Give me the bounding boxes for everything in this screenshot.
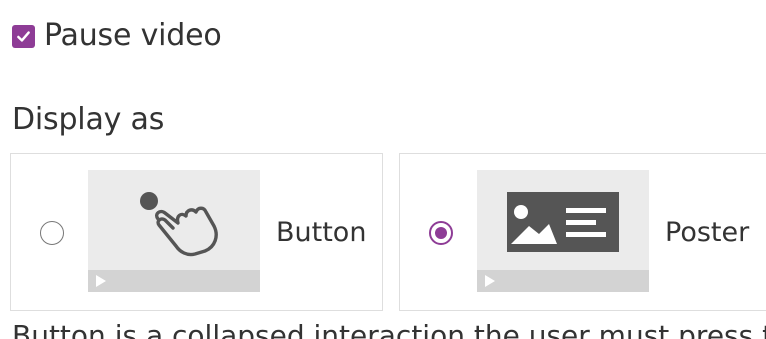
display-option-button-label: Button — [276, 217, 367, 248]
pause-video-checkbox-row[interactable]: Pause video — [12, 16, 222, 56]
interaction-settings: Pause video Display as Button Poster But… — [0, 0, 766, 339]
checkmark-icon — [17, 30, 30, 42]
display-option-poster-label: Poster — [665, 217, 750, 248]
play-icon — [485, 275, 495, 287]
play-icon — [96, 275, 106, 287]
thumbnail-player-bar — [477, 270, 649, 292]
display-option-button-radio[interactable] — [40, 221, 64, 245]
pause-video-checkbox[interactable] — [12, 24, 35, 48]
display-as-heading: Display as — [12, 102, 165, 137]
tap-hand-icon — [140, 192, 218, 257]
poster-thumbnail — [477, 170, 649, 292]
thumbnail-player-bar — [88, 270, 260, 292]
display-option-poster[interactable]: Poster — [399, 153, 766, 311]
image-text-poster-icon — [507, 192, 619, 252]
display-option-poster-radio[interactable] — [429, 221, 453, 245]
button-thumbnail — [88, 170, 260, 292]
pause-video-label: Pause video — [44, 18, 222, 53]
display-as-description: Button is a collapsed interaction the us… — [12, 319, 766, 339]
display-option-button[interactable]: Button — [10, 153, 383, 311]
